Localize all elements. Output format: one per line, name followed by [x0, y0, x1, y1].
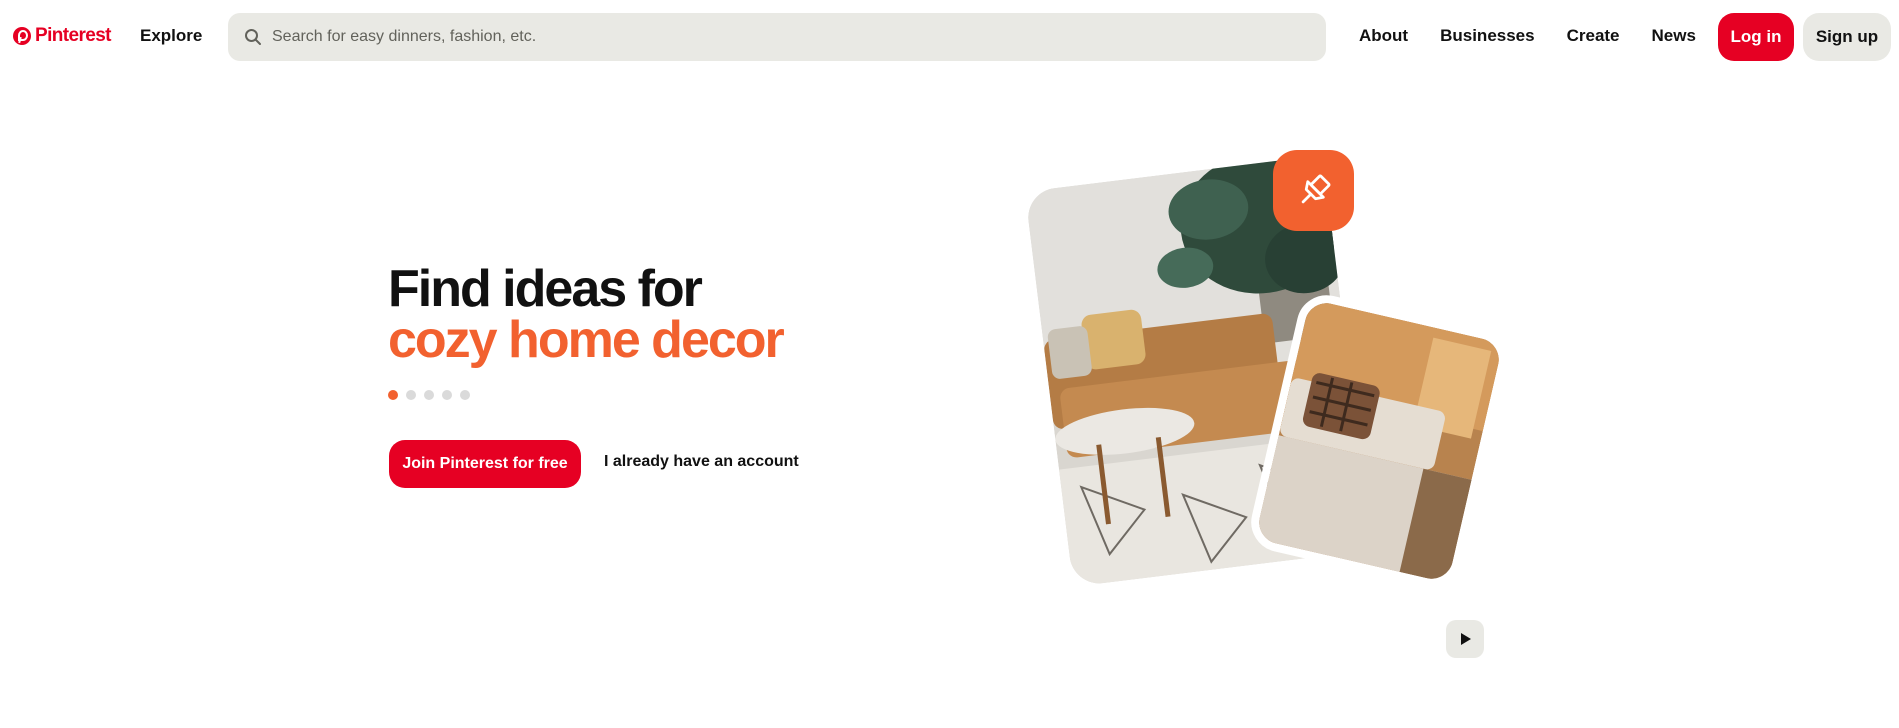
- pin-badge: [1273, 150, 1354, 231]
- news-link[interactable]: News: [1652, 26, 1696, 46]
- hero-title-line1: Find ideas for: [388, 260, 703, 318]
- about-link[interactable]: About: [1359, 26, 1408, 46]
- carousel-dot[interactable]: [388, 390, 398, 400]
- search-bar[interactable]: [228, 13, 1326, 61]
- existing-account-link[interactable]: I already have an account: [604, 453, 799, 471]
- create-link[interactable]: Create: [1567, 26, 1620, 46]
- search-input[interactable]: [272, 28, 1272, 46]
- businesses-link[interactable]: Businesses: [1440, 26, 1535, 46]
- play-button[interactable]: [1446, 620, 1484, 658]
- carousel-dot[interactable]: [406, 390, 416, 400]
- carousel-dot[interactable]: [424, 390, 434, 400]
- carousel-dot[interactable]: [460, 390, 470, 400]
- join-button[interactable]: Join Pinterest for free: [389, 440, 581, 488]
- hero-title: Find ideas for cozy home decor: [388, 260, 785, 369]
- pinterest-logo[interactable]: Pinterest: [13, 25, 112, 47]
- top-navigation: Pinterest Explore About Businesses Creat…: [0, 0, 1899, 74]
- signup-button[interactable]: Sign up: [1803, 13, 1891, 61]
- top-links: About Businesses Create News: [1359, 26, 1696, 46]
- hero-title-line2: cozy home decor: [388, 311, 785, 369]
- carousel-dot[interactable]: [442, 390, 452, 400]
- pushpin-icon: [1301, 174, 1330, 203]
- logo-text: Pinterest: [35, 25, 112, 46]
- search-icon: [244, 28, 262, 46]
- pinterest-logo-icon: [13, 27, 31, 45]
- explore-link[interactable]: Explore: [140, 26, 202, 46]
- login-button[interactable]: Log in: [1718, 13, 1794, 61]
- play-icon: [1461, 633, 1471, 645]
- carousel-dots: [388, 390, 470, 400]
